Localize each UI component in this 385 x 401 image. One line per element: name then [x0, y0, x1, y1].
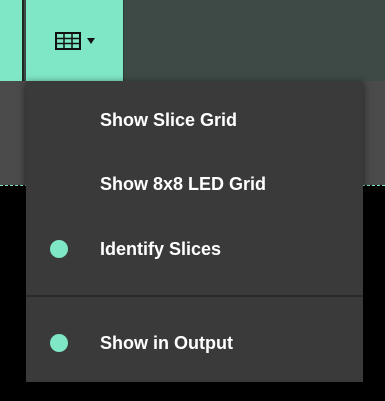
toolbar-edge [0, 0, 24, 81]
chevron-down-icon [86, 37, 95, 44]
menu-item-label: Identify Slices [100, 238, 222, 259]
menu-item-identify-slices[interactable]: Identify Slices [26, 217, 363, 281]
selected-dot-icon [50, 334, 68, 352]
checkmark-slot [26, 217, 100, 281]
menu-separator [26, 295, 363, 297]
checkmark-slot [26, 311, 100, 375]
checkmark-slot [26, 152, 100, 216]
checkmark-slot [26, 88, 100, 152]
menu-item-show-led-grid[interactable]: Show 8x8 LED Grid [26, 152, 363, 216]
toolbar [0, 0, 385, 81]
menu-item-label: Show Slice Grid [100, 109, 238, 130]
menu-item-show-in-output[interactable]: Show in Output [26, 311, 363, 375]
menu-item-show-slice-grid[interactable]: Show Slice Grid [26, 88, 363, 152]
menu-item-label: Show 8x8 LED Grid [100, 173, 267, 194]
grid-options-menu: Show Slice Grid Show 8x8 LED Grid Identi… [26, 81, 363, 382]
grid-options-button[interactable] [26, 0, 124, 81]
grid-icon [54, 31, 81, 50]
selected-dot-icon [50, 240, 68, 258]
menu-item-label: Show in Output [100, 332, 233, 353]
